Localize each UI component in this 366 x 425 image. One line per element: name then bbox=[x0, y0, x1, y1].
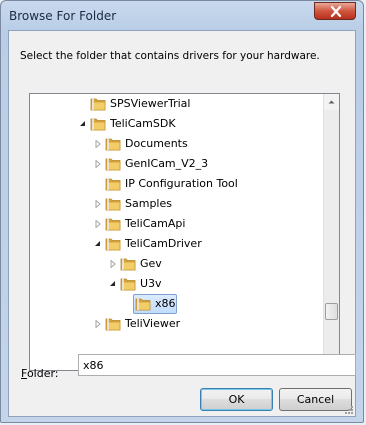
tree-item[interactable]: SPSViewerTrial bbox=[30, 94, 326, 114]
tree-item-label: TeliViewer bbox=[125, 317, 181, 330]
dialog-title: Browse For Folder bbox=[9, 9, 117, 23]
resize-grip-icon[interactable] bbox=[344, 405, 354, 415]
dialog-client-area: Select the folder that contains drivers … bbox=[8, 30, 356, 417]
folder-icon bbox=[105, 238, 121, 251]
title-bar[interactable]: Browse For Folder bbox=[1, 1, 363, 29]
folder-icon bbox=[105, 218, 121, 231]
tree-item[interactable]: TeliCamDriver bbox=[30, 234, 326, 254]
tree-item-label: TeliCamApi bbox=[125, 217, 186, 230]
tree-item-label: x86 bbox=[155, 297, 176, 310]
triangle-right-icon[interactable] bbox=[94, 160, 102, 168]
triangle-down-icon[interactable] bbox=[79, 120, 87, 128]
folder-icon bbox=[90, 98, 106, 111]
tree-item[interactable]: Gev bbox=[30, 254, 326, 274]
tree-item-label: Samples bbox=[125, 197, 172, 210]
folder-icon bbox=[135, 298, 151, 311]
tree-item[interactable]: TeliCamApi bbox=[30, 214, 326, 234]
close-button[interactable] bbox=[314, 2, 356, 20]
tree-item-label: IP Configuration Tool bbox=[125, 177, 238, 190]
folder-icon bbox=[105, 178, 121, 191]
scroll-thumb[interactable] bbox=[325, 303, 338, 320]
folder-label: Folder: bbox=[21, 367, 59, 380]
folder-icon bbox=[105, 318, 121, 331]
triangle-right-icon[interactable] bbox=[94, 200, 102, 208]
tree-scrollbar[interactable] bbox=[323, 94, 339, 370]
tree-item-label: TeliCamSDK bbox=[110, 117, 176, 130]
folder-icon bbox=[105, 198, 121, 211]
tree-item[interactable]: GenICam_V2_3 bbox=[30, 154, 326, 174]
tree-item-label: Documents bbox=[125, 137, 188, 150]
ok-button[interactable]: OK bbox=[200, 388, 273, 411]
triangle-right-icon[interactable] bbox=[94, 140, 102, 148]
cancel-button[interactable]: Cancel bbox=[279, 388, 352, 411]
triangle-right-icon[interactable] bbox=[94, 220, 102, 228]
triangle-right-icon[interactable] bbox=[94, 320, 102, 328]
browse-for-folder-dialog: Browse For Folder Select the folder that… bbox=[0, 0, 364, 423]
scroll-up-arrow-icon bbox=[328, 100, 335, 104]
close-icon bbox=[330, 6, 342, 17]
tree-item[interactable]: TeliViewer bbox=[30, 314, 326, 334]
tree-item-label: GenICam_V2_3 bbox=[125, 157, 209, 170]
folder-tree[interactable]: SPSViewerTrial TeliCamSDK Documents GenICam… bbox=[29, 93, 340, 371]
tree-item-label: SPSViewerTrial bbox=[110, 97, 191, 110]
tree-item[interactable]: TeliCamSDK bbox=[30, 114, 326, 134]
tree-item[interactable]: x86 bbox=[30, 294, 326, 314]
folder-label-rest: older: bbox=[26, 367, 59, 380]
folder-icon bbox=[120, 278, 136, 291]
tree-item[interactable]: Documents bbox=[30, 134, 326, 154]
triangle-right-icon[interactable] bbox=[109, 260, 117, 268]
tree-item[interactable]: U3v bbox=[30, 274, 326, 294]
tree-item[interactable]: IP Configuration Tool bbox=[30, 174, 326, 194]
tree-item-label: U3v bbox=[140, 277, 162, 290]
tree-item[interactable]: Samples bbox=[30, 194, 326, 214]
instruction-text: Select the folder that contains drivers … bbox=[20, 50, 320, 62]
folder-icon bbox=[105, 158, 121, 171]
folder-icon bbox=[90, 118, 106, 131]
tree-item-label: Gev bbox=[140, 257, 162, 270]
triangle-down-icon[interactable] bbox=[94, 240, 102, 248]
scroll-up-button[interactable] bbox=[324, 94, 339, 110]
triangle-down-icon[interactable] bbox=[109, 280, 117, 288]
folder-input[interactable] bbox=[78, 354, 356, 376]
folder-icon bbox=[120, 258, 136, 271]
tree-item-label: TeliCamDriver bbox=[125, 237, 202, 250]
folder-icon bbox=[105, 138, 121, 151]
